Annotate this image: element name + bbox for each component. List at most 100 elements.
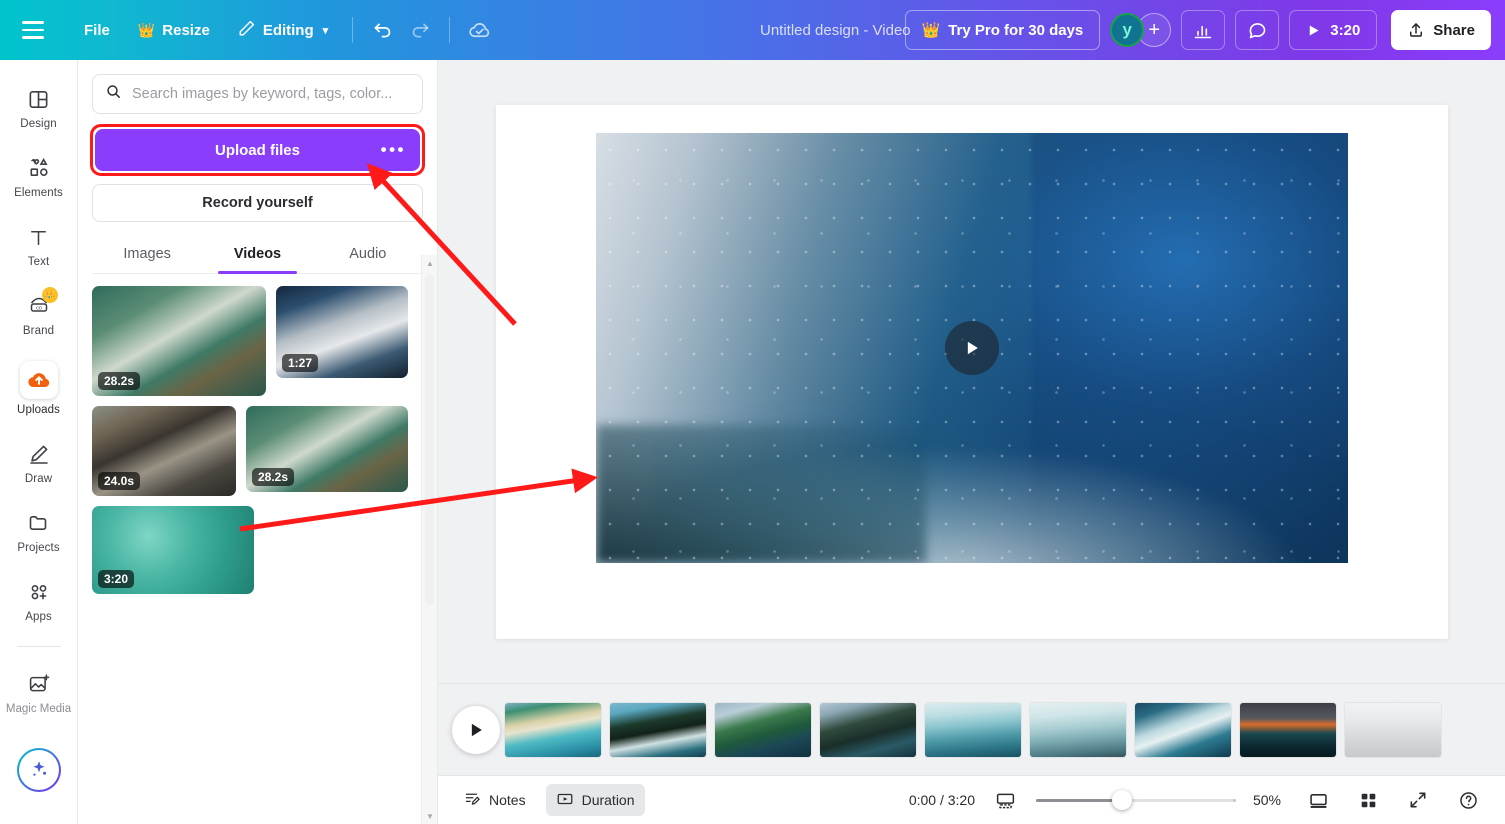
crown-icon: 👑 bbox=[137, 22, 156, 38]
play-icon[interactable] bbox=[944, 320, 999, 375]
sidebar-item-elements[interactable]: Elements bbox=[6, 145, 72, 206]
sidebar-item-design[interactable]: Design bbox=[6, 76, 72, 137]
upload-files-button[interactable]: Upload files ••• bbox=[95, 129, 420, 171]
sidebar-item-apps[interactable]: Apps bbox=[6, 569, 72, 630]
hamburger-icon[interactable] bbox=[22, 15, 52, 45]
crown-icon: 👑 bbox=[921, 22, 941, 39]
file-menu-button[interactable]: File bbox=[70, 12, 124, 48]
resize-label: Resize bbox=[162, 21, 210, 39]
scroll-up-icon[interactable]: ▲ bbox=[422, 255, 437, 271]
redo-icon[interactable] bbox=[401, 11, 439, 49]
timeline-clip[interactable] bbox=[1030, 702, 1126, 757]
editing-label: Editing bbox=[262, 21, 314, 39]
draw-icon bbox=[25, 440, 53, 468]
preview-play-button[interactable]: 3:20 bbox=[1289, 10, 1378, 50]
avatar[interactable]: y bbox=[1110, 13, 1145, 47]
timeline-clips-track[interactable] bbox=[505, 702, 1441, 757]
brand-icon: co 👑 bbox=[25, 287, 58, 320]
zoom-slider-handle[interactable] bbox=[1112, 790, 1132, 810]
share-label: Share bbox=[1433, 21, 1475, 39]
toolbar-divider-1 bbox=[352, 17, 354, 43]
fullscreen-icon[interactable] bbox=[1398, 784, 1438, 816]
timeline-clip[interactable] bbox=[820, 702, 916, 757]
sidebar-item-label: Brand bbox=[22, 325, 55, 337]
tab-audio[interactable]: Audio bbox=[313, 238, 423, 273]
sidebar-item-projects[interactable]: Projects bbox=[6, 500, 72, 561]
timeline-view-icon[interactable] bbox=[985, 784, 1026, 816]
bar-chart-icon[interactable] bbox=[1181, 10, 1226, 50]
sidebar-item-brand[interactable]: co 👑 Brand bbox=[6, 283, 72, 344]
help-icon[interactable] bbox=[1448, 784, 1489, 816]
video-duration-badge: 28.2s bbox=[98, 372, 141, 390]
upload-thumbnail[interactable]: 1:27 bbox=[276, 286, 408, 378]
sidebar-item-label: Magic Media bbox=[5, 703, 72, 715]
scroll-down-icon[interactable]: ▼ bbox=[422, 808, 437, 824]
search-input-wrapper[interactable] bbox=[92, 74, 423, 114]
uploads-panel: Upload files ••• Record yourself Images … bbox=[78, 60, 438, 824]
upload-more-options-icon[interactable]: ••• bbox=[381, 140, 406, 160]
sidebar-item-draw[interactable]: Draw bbox=[6, 431, 72, 492]
ai-sparkle-icon[interactable] bbox=[17, 748, 61, 792]
tab-label: Images bbox=[123, 246, 171, 262]
sidebar-item-label: Projects bbox=[17, 542, 60, 554]
grid-view-icon[interactable] bbox=[1349, 784, 1388, 816]
cloud-saved-icon[interactable] bbox=[460, 11, 498, 49]
upload-thumbnail[interactable]: 3:20 bbox=[92, 506, 254, 594]
uploads-panel-scrollbar[interactable]: ▲ ▼ bbox=[421, 255, 437, 824]
tab-videos[interactable]: Videos bbox=[202, 238, 312, 274]
undo-icon[interactable] bbox=[363, 11, 401, 49]
timeline-clip[interactable] bbox=[715, 702, 811, 757]
editing-mode-button[interactable]: Editing ▾ bbox=[224, 12, 342, 48]
sidebar-item-text[interactable]: Text bbox=[6, 214, 72, 275]
record-yourself-button[interactable]: Record yourself bbox=[92, 184, 423, 222]
pro-crown-badge: 👑 bbox=[41, 287, 58, 303]
timeline-clip[interactable] bbox=[925, 702, 1021, 757]
design-icon bbox=[25, 85, 53, 113]
fit-page-icon[interactable] bbox=[1298, 784, 1339, 816]
comment-bubble-icon[interactable] bbox=[1235, 10, 1280, 50]
add-collaborator-label: + bbox=[1148, 18, 1161, 41]
tab-images[interactable]: Images bbox=[92, 238, 202, 273]
video-duration-badge: 28.2s bbox=[252, 468, 295, 486]
share-button[interactable]: Share bbox=[1391, 10, 1491, 50]
notes-label: Notes bbox=[489, 792, 526, 808]
text-icon bbox=[25, 223, 53, 251]
scrollbar-thumb[interactable] bbox=[425, 275, 434, 605]
try-pro-label: Try Pro for 30 days bbox=[948, 21, 1084, 39]
timeline-play-button[interactable] bbox=[452, 705, 500, 754]
timeline-clip[interactable] bbox=[1135, 702, 1231, 757]
video-duration-badge: 24.0s bbox=[98, 472, 141, 490]
search-input[interactable] bbox=[132, 86, 410, 102]
try-pro-button[interactable]: 👑 Try Pro for 30 days bbox=[904, 10, 1101, 50]
preview-duration-label: 3:20 bbox=[1330, 21, 1361, 39]
video-clip-element[interactable] bbox=[595, 132, 1348, 563]
sidebar-item-label: Elements bbox=[14, 187, 63, 199]
sidebar-item-magic-media[interactable]: Magic Media bbox=[6, 661, 72, 722]
zoom-slider[interactable] bbox=[1036, 790, 1236, 810]
sidebar-item-label: Design bbox=[20, 118, 57, 130]
timeline-clip[interactable] bbox=[610, 702, 706, 757]
upload-thumbnail[interactable]: 28.2s bbox=[246, 406, 408, 492]
sidebar-item-label: Draw bbox=[24, 473, 53, 485]
top-toolbar: File 👑 Resize Editing ▾ Untitled design … bbox=[0, 0, 1505, 60]
design-page[interactable] bbox=[495, 104, 1448, 639]
upload-files-label: Upload files bbox=[214, 141, 300, 159]
sidebar-item-uploads[interactable]: Uploads bbox=[6, 352, 72, 423]
zoom-fill bbox=[1036, 799, 1122, 802]
notes-button[interactable]: Notes bbox=[454, 784, 536, 816]
svg-text:co: co bbox=[36, 305, 42, 311]
sidebar-divider bbox=[16, 646, 61, 647]
design-title[interactable]: Untitled design - Video bbox=[760, 0, 911, 60]
resize-button[interactable]: 👑 Resize bbox=[124, 12, 224, 48]
upload-thumbnail[interactable]: 24.0s bbox=[92, 406, 236, 496]
toolbar-divider-2 bbox=[449, 17, 451, 43]
search-icon bbox=[105, 83, 122, 105]
timeline-clip[interactable] bbox=[1345, 702, 1441, 757]
sidebar-item-label: Text bbox=[27, 256, 50, 268]
upload-thumbnail[interactable]: 28.2s bbox=[92, 286, 266, 396]
timeline-clip[interactable] bbox=[505, 702, 601, 757]
bottom-toolbar: Notes Duration 0:00 / 3:20 50% bbox=[438, 775, 1505, 824]
elements-icon bbox=[25, 154, 53, 182]
timeline-clip[interactable] bbox=[1240, 702, 1336, 757]
duration-button[interactable]: Duration bbox=[545, 784, 645, 816]
